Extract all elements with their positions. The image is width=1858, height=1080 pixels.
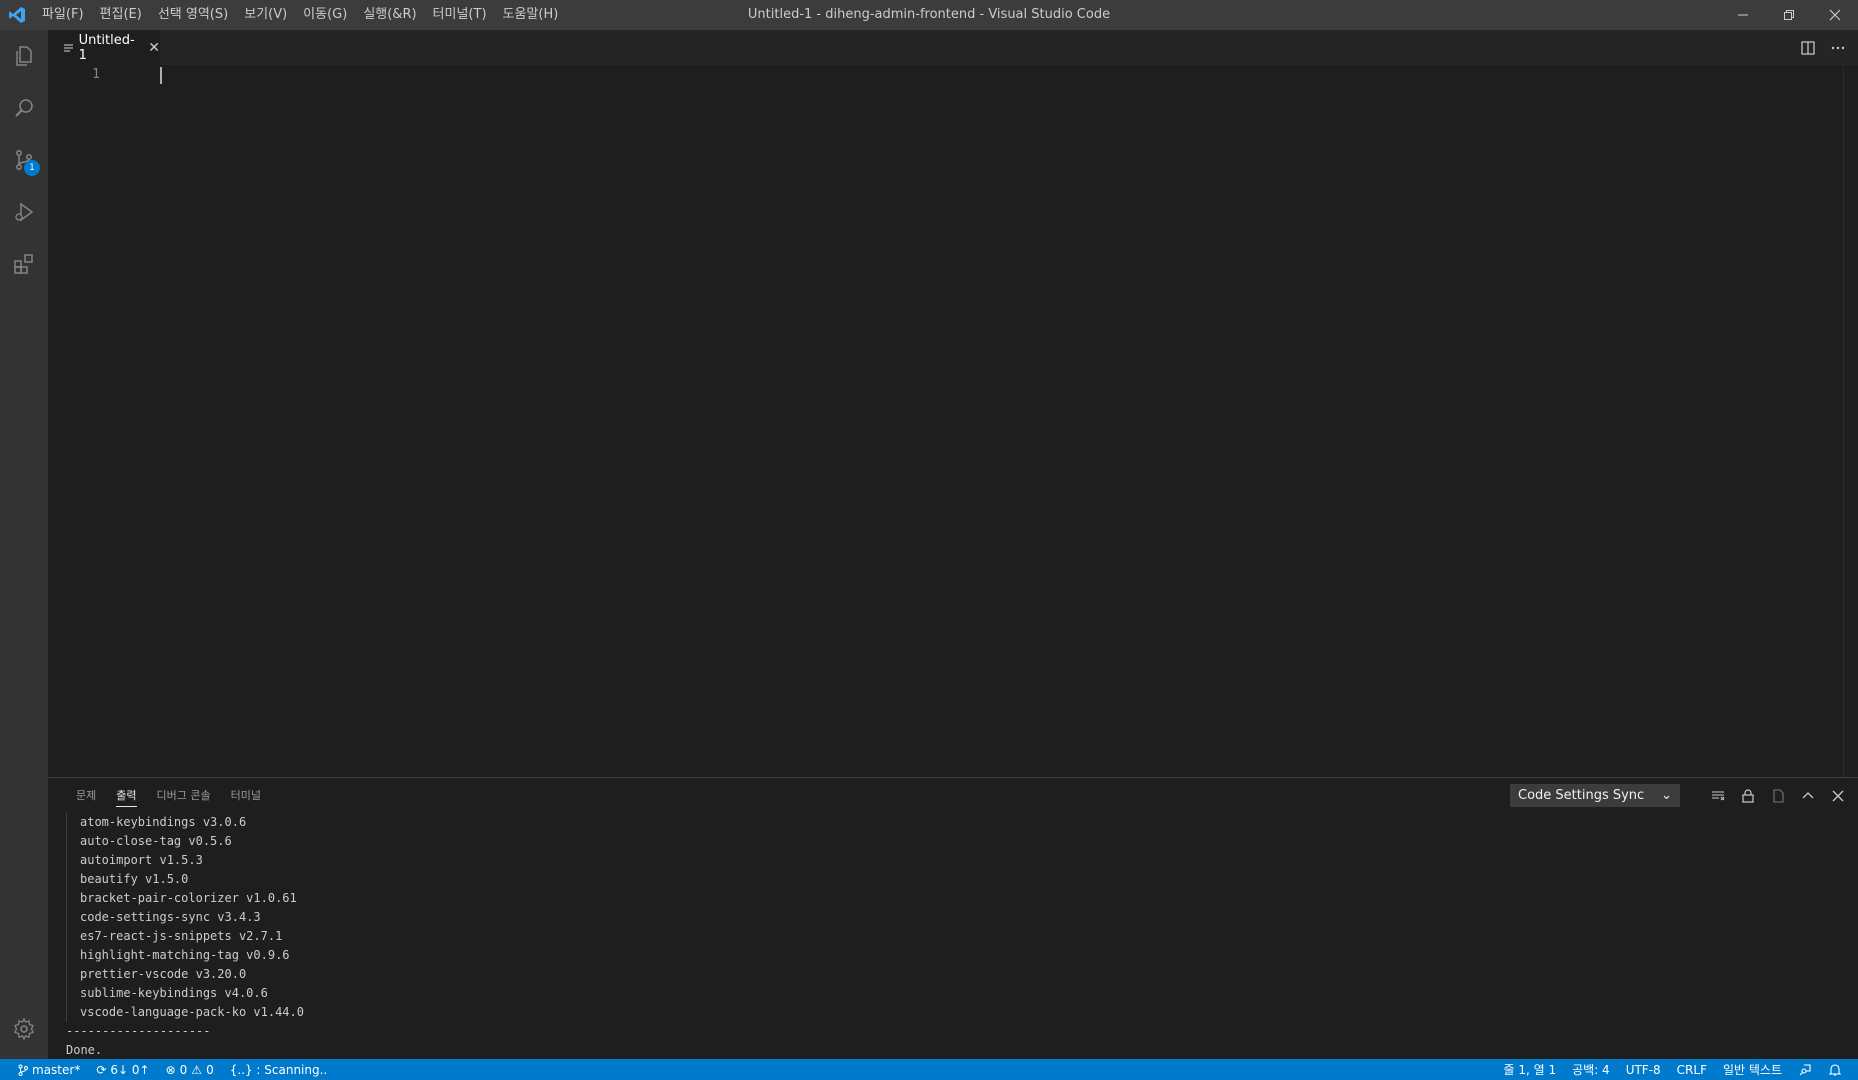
indentation[interactable]: 공백: 4 <box>1564 1061 1618 1078</box>
cursor-position[interactable]: 줄 1, 열 1 <box>1496 1061 1565 1078</box>
list-item: code-settings-sync v3.4.3 <box>80 910 261 924</box>
warning-icon: ⚠ <box>191 1062 203 1077</box>
list-item: autoimport v1.5.3 <box>80 853 203 867</box>
output-done: Done. <box>66 1043 103 1057</box>
sync-status[interactable]: ⟳ 6↓ 0↑ <box>88 1063 157 1077</box>
list-item: prettier-vscode v3.20.0 <box>80 967 247 981</box>
panel-tabs: 문제 출력 디버그 콘솔 터미널 <box>66 778 271 813</box>
search-icon <box>15 99 33 117</box>
split-editor-icon[interactable] <box>1800 40 1816 56</box>
menu-bar: 파일(F) 편집(E) 선택 영역(S) 보기(V) 이동(G) 실행(&R) … <box>34 0 566 30</box>
output-separator: -------------------- <box>66 1024 211 1038</box>
editor-tabs-bar: Untitled-1 ✕ <box>48 30 1858 65</box>
list-item: highlight-matching-tag v0.9.6 <box>80 948 290 962</box>
menu-view[interactable]: 보기(V) <box>236 0 295 30</box>
close-icon <box>1829 9 1841 21</box>
tab-untitled-1[interactable]: Untitled-1 ✕ <box>48 30 160 65</box>
close-panel-icon[interactable] <box>1830 788 1846 804</box>
git-branch-icon <box>18 1064 28 1076</box>
extensions-icon <box>14 254 33 274</box>
panel-actions <box>1710 778 1846 813</box>
open-log-icon[interactable] <box>1770 788 1786 804</box>
problems-status[interactable]: ⊗ 0 ⚠ 0 <box>158 1063 222 1077</box>
menu-help[interactable]: 도움말(H) <box>495 0 567 30</box>
restore-button[interactable] <box>1766 0 1812 30</box>
list-item: sublime-keybindings v4.0.6 <box>80 986 268 1000</box>
tab-close-icon[interactable]: ✕ <box>148 40 160 56</box>
scanning-status[interactable]: {..} : Scanning.. <box>222 1063 336 1077</box>
more-actions-icon[interactable] <box>1830 40 1846 56</box>
sync-icon: ⟳ <box>96 1062 107 1077</box>
tab-label: Untitled-1 <box>78 32 135 63</box>
activity-explorer[interactable] <box>0 30 48 82</box>
menu-terminal[interactable]: 터미널(T) <box>425 0 495 30</box>
clear-output-icon[interactable] <box>1710 788 1726 804</box>
end-of-line[interactable]: CRLF <box>1669 1063 1715 1077</box>
output-content[interactable]: atom-keybindings v3.0.6 auto-close-tag v… <box>66 813 1846 1058</box>
gear-icon <box>14 1017 34 1041</box>
menu-edit[interactable]: 편집(E) <box>92 0 150 30</box>
restore-icon <box>1784 10 1794 20</box>
list-item: es7-react-js-snippets v2.7.1 <box>80 929 283 943</box>
menu-go[interactable]: 이동(G) <box>295 0 355 30</box>
activity-manage[interactable] <box>0 1003 48 1055</box>
feedback-icon <box>1799 1063 1811 1075</box>
activity-bar: 1 <box>0 30 48 1059</box>
activity-run[interactable] <box>0 186 48 238</box>
chevron-down-icon: ⌄ <box>1661 788 1672 803</box>
list-item: auto-close-tag v0.5.6 <box>80 834 232 848</box>
tab-problems[interactable]: 문제 <box>66 778 106 813</box>
list-item: bracket-pair-colorizer v1.0.61 <box>80 891 297 905</box>
list-item: beautify v1.5.0 <box>80 872 189 886</box>
list-item: atom-keybindings v3.0.6 <box>80 815 247 829</box>
vscode-logo-icon <box>0 0 34 30</box>
activity-extensions[interactable] <box>0 238 48 290</box>
maximize-panel-icon[interactable] <box>1800 788 1816 804</box>
window-controls <box>1720 0 1858 30</box>
output-channel-value: Code Settings Sync <box>1518 788 1645 803</box>
tab-terminal[interactable]: 터미널 <box>221 778 271 813</box>
activity-source-control[interactable]: 1 <box>0 134 48 186</box>
editor-actions <box>1800 30 1846 65</box>
minimize-icon <box>1738 14 1748 16</box>
branch-name: master* <box>32 1062 81 1077</box>
run-debug-icon <box>15 202 34 222</box>
tab-debug-console[interactable]: 디버그 콘솔 <box>147 778 221 813</box>
language-mode[interactable]: 일반 텍스트 <box>1715 1061 1790 1078</box>
output-channel-select[interactable]: Code Settings Sync ⌄ <box>1510 784 1680 807</box>
text-cursor <box>160 67 162 84</box>
notifications-button[interactable] <box>1820 1063 1850 1077</box>
editor-area[interactable]: 1 <box>48 65 1858 777</box>
lock-scroll-icon[interactable] <box>1740 788 1756 804</box>
sync-counts: 6↓ 0↑ <box>110 1062 150 1077</box>
tab-output[interactable]: 출력 <box>106 778 146 813</box>
menu-file[interactable]: 파일(F) <box>34 0 92 30</box>
list-item: vscode-language-pack-ko v1.44.0 <box>80 1005 304 1019</box>
text-file-icon <box>64 43 73 52</box>
close-window-button[interactable] <box>1812 0 1858 30</box>
encoding[interactable]: UTF-8 <box>1618 1063 1669 1077</box>
activity-search[interactable] <box>0 82 48 134</box>
error-count: 0 <box>179 1062 188 1077</box>
error-icon: ⊗ <box>165 1062 176 1077</box>
bell-icon <box>1828 1063 1842 1076</box>
status-bar: master* ⟳ 6↓ 0↑ ⊗ 0 ⚠ 0 {..} : Scanning.… <box>0 1059 1858 1080</box>
branch-status[interactable]: master* <box>10 1063 88 1077</box>
menu-run[interactable]: 실행(&R) <box>355 0 424 30</box>
bottom-panel: 문제 출력 디버그 콘솔 터미널 Code Settings Sync ⌄ at… <box>48 777 1858 1059</box>
warning-count: 0 <box>206 1062 214 1077</box>
extension-list: atom-keybindings v3.0.6 auto-close-tag v… <box>66 813 1846 1022</box>
files-icon <box>16 46 32 66</box>
editor-scrollbar[interactable] <box>1843 65 1858 777</box>
line-number: 1 <box>92 67 100 82</box>
title-bar: 파일(F) 편집(E) 선택 영역(S) 보기(V) 이동(G) 실행(&R) … <box>0 0 1858 30</box>
menu-selection[interactable]: 선택 영역(S) <box>150 0 236 30</box>
feedback-button[interactable] <box>1790 1063 1820 1077</box>
minimize-button[interactable] <box>1720 0 1766 30</box>
source-control-badge: 1 <box>24 160 40 176</box>
